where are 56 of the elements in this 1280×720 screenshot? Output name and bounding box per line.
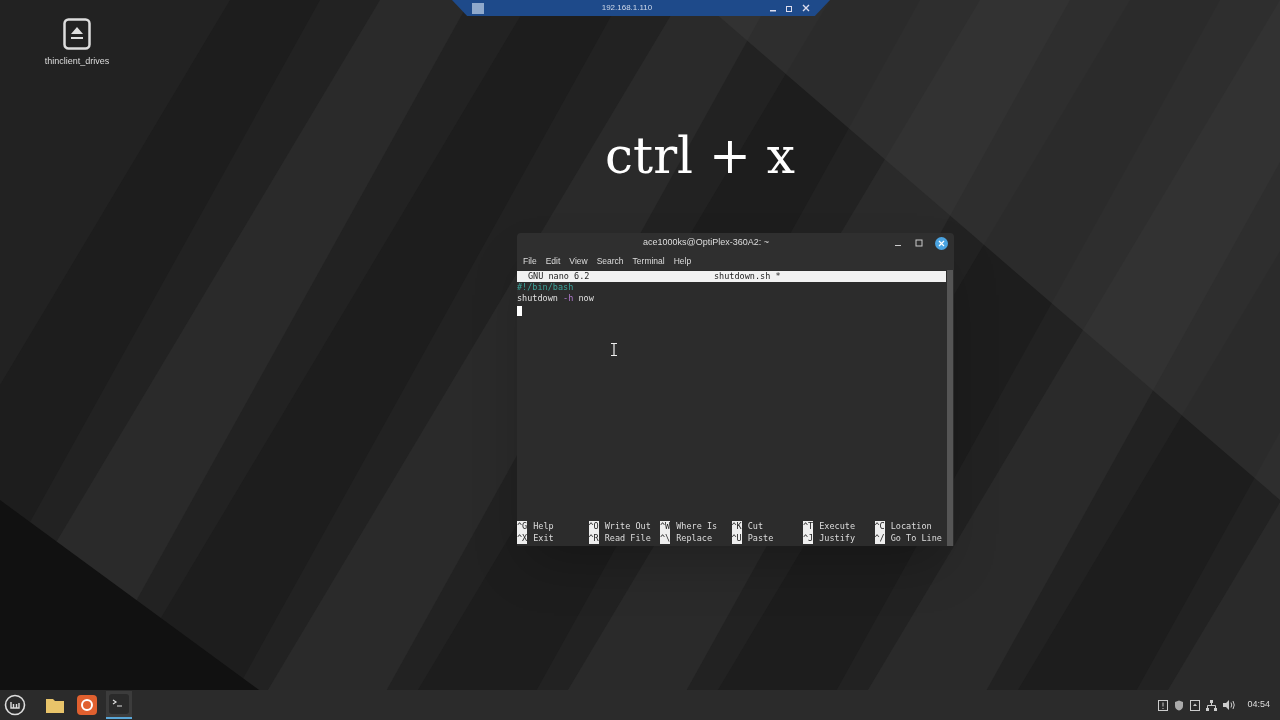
shortcut-key: ^/	[874, 532, 885, 544]
nano-version: GNU nano 6.2	[528, 271, 591, 282]
shortcut-key: ^J	[803, 532, 814, 544]
close-icon[interactable]	[935, 236, 948, 250]
shortcut-label: Go To Line	[890, 532, 942, 544]
notification-icon[interactable]	[1158, 699, 1169, 711]
connection-address: 192.168.1.110	[600, 2, 654, 14]
shortcut-label: Exit	[533, 532, 554, 544]
file-name: shutdown.sh *	[714, 271, 781, 282]
shortcut-key: ^T	[803, 521, 814, 533]
shortcut-label: Execute	[819, 521, 856, 533]
desktop-icon-label[interactable]: thinclient_drives	[44, 55, 110, 69]
menu-item[interactable]: View	[569, 255, 588, 268]
shortcut-key: ^G	[517, 521, 528, 533]
shortcut-key: ^K	[731, 521, 742, 533]
maximize-icon[interactable]	[915, 239, 923, 247]
scrollbar[interactable]	[947, 270, 953, 546]
shortcut-label: Location	[890, 521, 932, 533]
menu-item[interactable]: Edit	[545, 255, 561, 268]
shortcut-label: Read File	[604, 532, 651, 544]
menu-item[interactable]: File	[523, 255, 537, 268]
shield-icon[interactable]	[1174, 699, 1185, 711]
text-cursor	[517, 305, 522, 316]
shortcut-key: ^X	[517, 532, 528, 544]
menu-item[interactable]: Search	[596, 255, 624, 268]
refresh-icon	[77, 695, 97, 715]
shortcut-key: ^R	[588, 532, 599, 544]
i-beam-cursor-icon	[611, 342, 617, 356]
shortcut-label: Where Is	[676, 521, 718, 533]
restore-icon[interactable]	[786, 4, 794, 12]
code-line: shutdown -h now	[517, 293, 594, 305]
shortcut-key: ^O	[588, 521, 599, 533]
code-line: #!/bin/bash	[517, 282, 574, 294]
shortcut-key: ^C	[874, 521, 885, 533]
volume-icon[interactable]	[1223, 700, 1236, 710]
terminal-icon	[109, 694, 129, 714]
eject-drive-icon[interactable]	[1190, 699, 1201, 711]
shortcut-label: Paste	[747, 532, 774, 544]
window-title: ace1000ks@OptiPlex-360A2: ~	[642, 236, 770, 250]
shortcut-label: Cut	[747, 521, 764, 533]
shortcut-key: ^U	[731, 532, 742, 544]
clock[interactable]: 04:54	[1247, 698, 1270, 712]
shortcut-label: Replace	[676, 532, 713, 544]
menu-item[interactable]: Help	[673, 255, 692, 268]
shortcut-key: ^W	[660, 521, 671, 533]
menu-icon[interactable]	[4, 694, 26, 716]
network-icon[interactable]	[1206, 699, 1218, 711]
caption: ctrl + x	[604, 128, 796, 184]
menu-item[interactable]: Terminal	[632, 255, 665, 268]
shortcut-label: Justify	[819, 532, 856, 544]
close-icon[interactable]	[802, 4, 810, 12]
shortcut-label: Help	[533, 521, 554, 533]
shortcut-label: Write Out	[604, 521, 651, 533]
folder-icon	[45, 696, 65, 714]
eject-drive-icon[interactable]	[63, 18, 91, 50]
shortcut-key: ^\	[660, 532, 671, 544]
